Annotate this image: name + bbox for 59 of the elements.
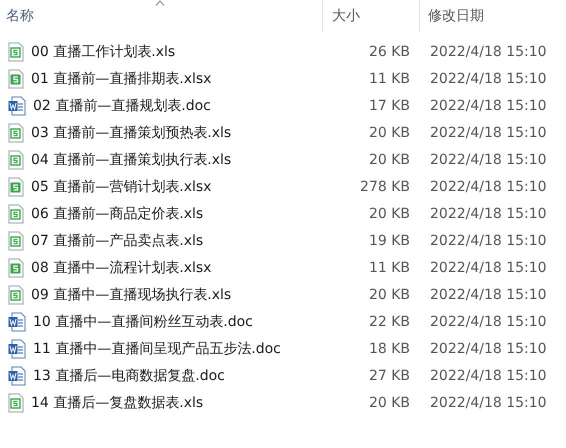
file-name[interactable]: 02 直播前—直播规划表.doc	[33, 96, 211, 114]
spreadsheet-file-icon	[8, 284, 24, 304]
file-name[interactable]: 07 直播前—产品卖点表.xls	[31, 232, 204, 250]
file-size: 18 KB	[368, 340, 410, 356]
file-size: 20 KB	[368, 394, 410, 410]
modified-date: 2022/4/18 15:10	[430, 206, 547, 222]
modified-date: 2022/4/18 15:10	[430, 260, 547, 276]
file-name[interactable]: 11 直播中—直播间呈现产品五步法.doc	[33, 340, 281, 358]
file-name[interactable]: 08 直播中—流程计划表.xlsx	[31, 258, 212, 276]
spreadsheet-file-icon	[8, 176, 24, 196]
modified-date: 2022/4/18 15:10	[430, 44, 547, 60]
file-name[interactable]: 14 直播后—复盘数据表.xls	[31, 394, 204, 412]
file-size: 20 KB	[368, 286, 410, 302]
word-file-icon	[8, 96, 26, 116]
file-size: 27 KB	[368, 368, 410, 384]
file-size: 26 KB	[368, 44, 410, 60]
word-file-icon	[8, 366, 26, 386]
modified-date: 2022/4/18 15:10	[430, 152, 547, 168]
file-name[interactable]: 10 直播中—直播间粉丝互动表.doc	[33, 312, 253, 330]
spreadsheet-file-icon	[8, 392, 24, 412]
file-name[interactable]: 09 直播中—直播现场执行表.xls	[31, 286, 232, 304]
modified-date: 2022/4/18 15:10	[430, 340, 547, 356]
file-size: 22 KB	[368, 314, 410, 330]
spreadsheet-file-icon	[8, 230, 24, 250]
file-size: 20 KB	[368, 152, 410, 168]
file-name[interactable]: 01 直播前—直播排期表.xlsx	[31, 70, 212, 88]
modified-date: 2022/4/18 15:10	[430, 124, 547, 140]
word-file-icon	[8, 338, 26, 358]
spreadsheet-file-icon	[8, 42, 24, 62]
spreadsheet-file-icon	[8, 150, 24, 170]
modified-date: 2022/4/18 15:10	[430, 98, 547, 114]
file-size: 20 KB	[368, 124, 410, 140]
spreadsheet-file-icon	[8, 204, 24, 224]
modified-date: 2022/4/18 15:10	[430, 178, 547, 194]
file-name[interactable]: 04 直播前—直播策划执行表.xls	[31, 150, 232, 168]
spreadsheet-file-icon	[8, 122, 24, 142]
column-header[interactable]: 大小	[332, 7, 360, 25]
modified-date: 2022/4/18 15:10	[430, 314, 547, 330]
file-size: 278 KB	[360, 178, 410, 194]
file-size: 11 KB	[368, 260, 410, 276]
modified-date: 2022/4/18 15:10	[430, 368, 547, 384]
file-size: 19 KB	[368, 232, 410, 248]
modified-date: 2022/4/18 15:10	[430, 232, 547, 248]
modified-date: 2022/4/18 15:10	[430, 394, 547, 410]
file-name[interactable]: 13 直播后—电商数据复盘.doc	[33, 366, 225, 384]
file-name[interactable]: 05 直播前—营销计划表.xlsx	[31, 178, 212, 196]
word-file-icon	[8, 312, 26, 332]
spreadsheet-file-icon	[8, 258, 24, 278]
column-header[interactable]: 名称	[6, 7, 34, 25]
modified-date: 2022/4/18 15:10	[430, 286, 547, 302]
file-name[interactable]: 03 直播前—直播策划预热表.xls	[31, 124, 232, 142]
file-size: 17 KB	[368, 98, 410, 114]
column-header[interactable]: 修改日期	[428, 7, 484, 25]
file-size: 11 KB	[368, 70, 410, 86]
file-size: 20 KB	[368, 206, 410, 222]
spreadsheet-file-icon	[8, 68, 24, 88]
file-name[interactable]: 06 直播前—商品定价表.xls	[31, 204, 204, 222]
file-name[interactable]: 00 直播工作计划表.xls	[31, 42, 176, 60]
modified-date: 2022/4/18 15:10	[430, 70, 547, 86]
